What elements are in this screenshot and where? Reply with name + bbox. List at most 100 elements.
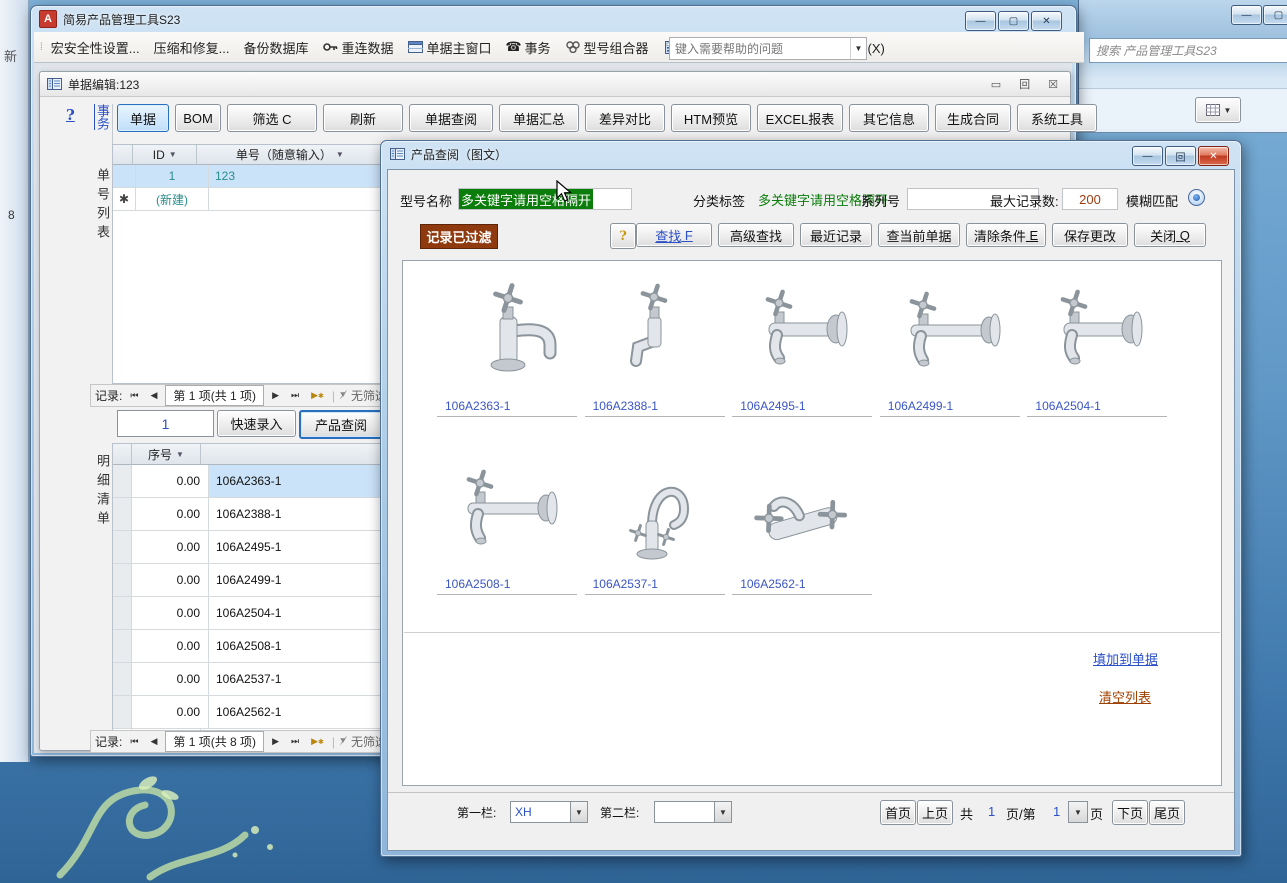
detail-seq-cell[interactable]: 0.00 [132, 663, 209, 696]
dialog-action-button-5[interactable]: 清除条件 E [966, 223, 1046, 247]
next-record-icon[interactable]: ▶ [268, 388, 283, 403]
dialog-action-button-7[interactable]: 关闭 Q [1134, 223, 1206, 247]
product-image[interactable] [585, 269, 725, 397]
dialog-action-button-6[interactable]: 保存更改 [1052, 223, 1128, 247]
product-code-link[interactable]: 106A2388-1 [585, 397, 725, 417]
toolbar-item-compact-repair[interactable]: 压缩和修复... [149, 35, 235, 60]
bg-window-minimize-button[interactable]: — [1231, 5, 1262, 25]
last-record-icon[interactable]: ⏭ [287, 388, 303, 403]
toolbar-item-model-combiner[interactable]: 型号组合器 [560, 35, 654, 60]
tab-3[interactable]: 筛选 C [227, 104, 317, 132]
product-image[interactable] [732, 447, 872, 575]
row-selector[interactable] [113, 165, 136, 188]
tab-7[interactable]: 差异对比 [585, 104, 665, 132]
order-id-cell[interactable]: 1 [136, 165, 209, 188]
product-card[interactable]: 106A2495-1 [732, 269, 872, 427]
help-question-combo[interactable]: 键入需要帮助的问题 ▼ [669, 37, 867, 60]
product-code-link[interactable]: 106A2537-1 [585, 575, 725, 595]
dialog-help-button[interactable]: ? [610, 223, 636, 249]
new-row-selector[interactable]: ✱ [113, 188, 136, 211]
product-image[interactable] [585, 447, 725, 575]
quick-entry-button[interactable]: 快速录入 [217, 410, 296, 437]
first-page-button[interactable]: 首页 [880, 800, 916, 825]
chevron-down-icon[interactable]: ▼ [1069, 802, 1087, 822]
prev-record-icon[interactable]: ◀ [146, 388, 161, 403]
product-card[interactable]: 106A2388-1 [585, 269, 725, 427]
chevron-down-icon[interactable]: ▼ [570, 802, 587, 822]
toolbar-item-backup-db[interactable]: 备份数据库 [238, 35, 313, 60]
product-image[interactable] [437, 447, 577, 575]
product-code-link[interactable]: 106A2562-1 [732, 575, 872, 595]
first-record-icon[interactable]: ⏮ [126, 734, 142, 749]
order-col-header-2[interactable]: 单号（随意输入）▼ [197, 145, 383, 165]
dialog-action-button-1[interactable]: 查找 F [636, 223, 712, 247]
dialog-titlebar[interactable]: 产品查阅（图文） [381, 141, 1241, 167]
dialog-action-button-3[interactable]: 最近记录 [800, 223, 872, 247]
main-maximize-button[interactable]: ▢ [998, 11, 1029, 31]
prev-page-button[interactable]: 上页 [917, 800, 953, 825]
dialog-close-button[interactable]: ✕ [1198, 146, 1229, 166]
product-card[interactable]: 106A2363-1 [437, 269, 577, 427]
detail-seq-cell[interactable]: 0.00 [132, 531, 209, 564]
tab-11[interactable]: 生成合同 [935, 104, 1011, 132]
product-code-link[interactable]: 106A2495-1 [732, 397, 872, 417]
row-selector[interactable] [113, 531, 132, 564]
toolbar-item-reconnect[interactable]: 重连数据 [317, 35, 398, 60]
first-column-combo[interactable]: XH ▼ [510, 801, 588, 823]
dialog-minimize-button[interactable]: — [1132, 146, 1163, 166]
dialog-restore-button[interactable]: 回 [1165, 146, 1196, 166]
product-image[interactable] [732, 269, 872, 397]
detail-seq-cell[interactable]: 0.00 [132, 465, 209, 498]
tag-input[interactable]: 多关键字请用空格隔开 [757, 188, 927, 210]
dialog-action-button-2[interactable]: 高级查找 [718, 223, 794, 247]
tab-8[interactable]: HTM预览 [671, 104, 751, 132]
detail-seq-cell[interactable]: 0.00 [132, 696, 209, 729]
detail-seq-cell[interactable]: 0.00 [132, 630, 209, 663]
tab-9[interactable]: EXCEL报表 [757, 104, 843, 132]
toolbar-item-macro-security[interactable]: 宏安全性设置... [46, 35, 145, 60]
fuzzy-match-radio[interactable] [1188, 189, 1205, 206]
toolbar-drag-handle[interactable]: ⁞ [40, 42, 42, 53]
product-code-link[interactable]: 106A2504-1 [1027, 397, 1167, 417]
main-minimize-button[interactable]: — [965, 11, 996, 31]
quick-count-box[interactable]: 1 [117, 410, 214, 437]
bg-window-maximize-button[interactable]: ▢ [1263, 5, 1287, 25]
main-close-button[interactable]: ✕ [1031, 11, 1062, 31]
dialog-action-button-4[interactable]: 查当前单据 [878, 223, 960, 247]
product-image[interactable] [1027, 269, 1167, 397]
tab-10[interactable]: 其它信息 [849, 104, 929, 132]
product-card[interactable]: 106A2508-1 [437, 447, 577, 605]
product-code-link[interactable]: 106A2363-1 [437, 397, 577, 417]
max-records-input[interactable]: 200 [1062, 188, 1118, 210]
tab-2[interactable]: BOM [175, 104, 221, 132]
side-tab-transactions[interactable]: 事务 [90, 104, 113, 148]
second-column-combo[interactable]: ▼ [654, 801, 732, 823]
product-image[interactable] [880, 269, 1020, 397]
bg-search-input[interactable]: 搜索 产品管理工具S23 [1089, 38, 1287, 63]
product-code-link[interactable]: 106A2499-1 [880, 397, 1020, 417]
chevron-down-icon[interactable]: ▼ [714, 802, 731, 822]
new-row-label[interactable]: (新建) [136, 188, 209, 211]
detail-seq-cell[interactable]: 0.00 [132, 498, 209, 531]
row-selector[interactable] [113, 696, 132, 729]
product-card[interactable]: 106A2499-1 [880, 269, 1020, 427]
prev-record-icon[interactable]: ◀ [146, 734, 161, 749]
row-selector[interactable] [113, 663, 132, 696]
toolbar-item-main-form[interactable]: 单据主窗口 [403, 35, 497, 60]
product-view-button[interactable]: 产品查阅 [299, 410, 383, 439]
row-selector[interactable] [113, 597, 132, 630]
last-page-button[interactable]: 尾页 [1149, 800, 1185, 825]
child-help-link[interactable]: ? [66, 106, 75, 124]
add-to-order-link[interactable]: 填加到单据 [1093, 649, 1158, 668]
child-titlebar[interactable]: 单据编辑:123 ▭ 回 ☒ [40, 72, 1070, 97]
detail-seq-header[interactable]: 序号▼ [132, 444, 201, 465]
detail-seq-cell[interactable]: 0.00 [132, 597, 209, 630]
child-restore-button[interactable]: 回 [1013, 76, 1036, 92]
child-minimize-button[interactable]: ▭ [985, 78, 1007, 91]
product-card[interactable]: 106A2504-1 [1027, 269, 1167, 427]
row-selector[interactable] [113, 630, 132, 663]
tab-6[interactable]: 单据汇总 [499, 104, 579, 132]
tab-12[interactable]: 系统工具 [1017, 104, 1097, 132]
last-record-icon[interactable]: ⏭ [287, 734, 303, 749]
next-record-icon[interactable]: ▶ [268, 734, 283, 749]
